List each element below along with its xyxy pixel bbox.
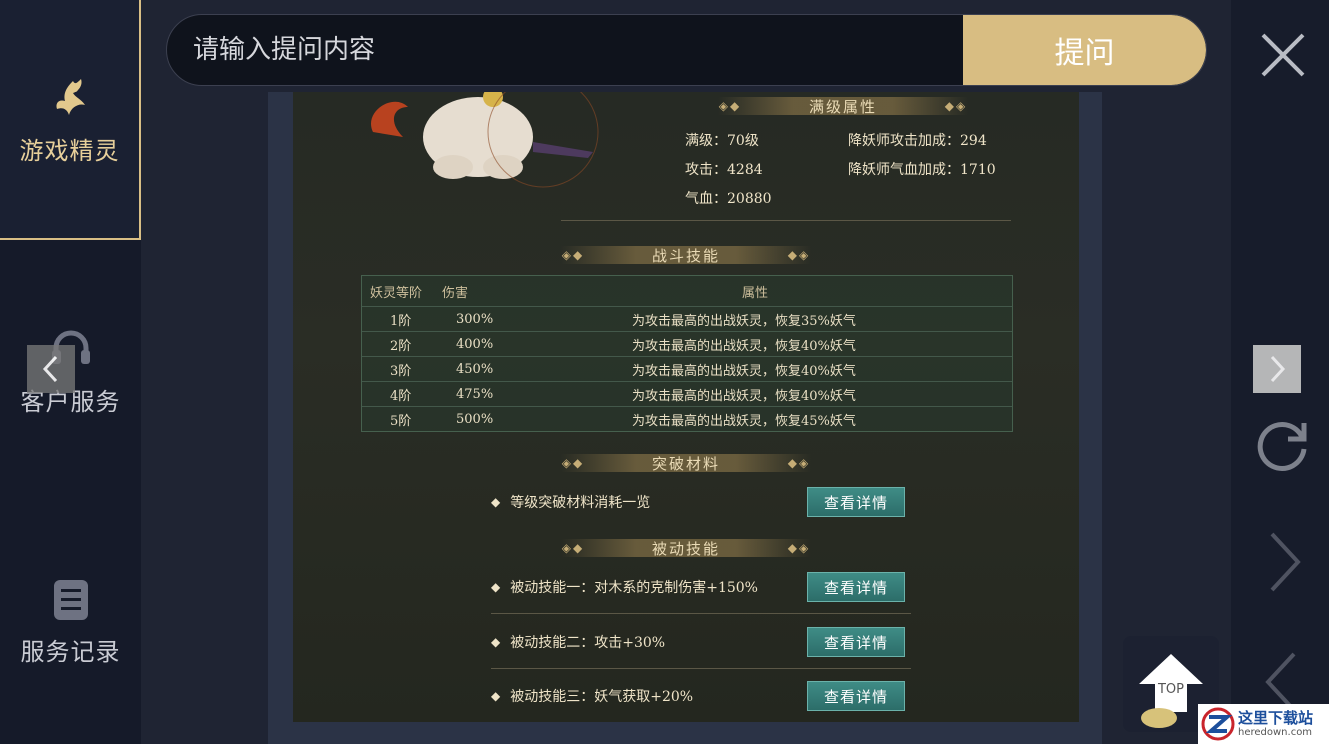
bullet-diamond-icon: ◆ (491, 689, 501, 703)
view-details-button[interactable]: 查看详情 (807, 572, 905, 602)
cell-level: 1阶 (390, 313, 412, 329)
top-label: TOP (1157, 682, 1184, 697)
forward-icon[interactable] (1264, 530, 1304, 594)
header-level: 妖灵等阶 (370, 285, 423, 301)
cell-damage: 300% (456, 311, 494, 327)
header-attr: 属性 (742, 285, 769, 301)
stat-master-attack-bonus: 降妖师攻击加成：294 (848, 133, 987, 149)
diamond-ornament-icon: ◈◆ (561, 248, 585, 262)
diamond-ornament-icon: ◆◈ (944, 99, 968, 113)
section-title-breakthrough: ◈◆ 突破材料 ◆◈ (561, 454, 811, 473)
table-row: 2阶 400% 为攻击最高的出战妖灵，恢复40%妖气 (362, 331, 1012, 356)
section-title-battle-skill: ◈◆ 战斗技能 ◆◈ (561, 246, 811, 265)
watermark-url: heredown.com (1238, 726, 1313, 738)
records-icon (53, 579, 88, 620)
cell-level: 5阶 (390, 413, 412, 429)
section-title-max-attr: ◈◆ 满级属性 ◆◈ (718, 97, 968, 116)
diamond-ornament-icon: ◆◈ (787, 541, 811, 555)
section-title-passive: ◈◆ 被动技能 ◆◈ (561, 539, 811, 558)
question-search-bar: 提问 (166, 14, 1207, 86)
sidebar-item-service-records[interactable]: 服务记录 (0, 500, 141, 740)
fairy-icon (55, 78, 85, 115)
bullet-diamond-icon: ◆ (491, 580, 501, 594)
cell-attr: 为攻击最高的出战妖灵，恢复40%妖气 (632, 338, 856, 354)
watermark-title: 这里下载站 (1238, 708, 1314, 727)
cell-level: 2阶 (390, 338, 412, 354)
question-input[interactable] (167, 15, 963, 85)
divider (491, 668, 911, 669)
chevron-right-icon (1270, 355, 1286, 383)
divider (561, 220, 1011, 221)
diamond-ornament-icon: ◆◈ (787, 248, 811, 262)
next-page-button[interactable] (1253, 345, 1301, 393)
sidebar-item-label: 服务记录 (20, 637, 121, 666)
cell-damage: 500% (456, 411, 494, 427)
close-icon[interactable] (1258, 30, 1308, 80)
bullet-diamond-icon: ◆ (491, 635, 501, 649)
heredown-logo-icon (1201, 707, 1235, 741)
cell-level: 3阶 (390, 363, 412, 379)
stat-master-hp-bonus: 降妖师气血加成：1710 (848, 162, 996, 178)
cell-level: 4阶 (390, 388, 412, 404)
cell-damage: 400% (456, 336, 494, 352)
bullet-diamond-icon: ◆ (491, 495, 501, 509)
view-details-button[interactable]: 查看详情 (807, 627, 905, 657)
sidebar-item-game-spirit[interactable]: 游戏精灵 (0, 0, 141, 240)
watermark: 这里下载站 heredown.com (1198, 704, 1329, 744)
divider (491, 613, 911, 614)
table-row: 5阶 500% 为攻击最高的出战妖灵，恢复45%妖气 (362, 406, 1012, 431)
ask-button[interactable]: 提问 (963, 15, 1206, 85)
stat-hp: 气血：20880 (685, 191, 772, 207)
diamond-ornament-icon: ◈◆ (718, 99, 742, 113)
table-row: 3阶 450% 为攻击最高的出战妖灵，恢复40%妖气 (362, 356, 1012, 381)
cell-damage: 450% (456, 361, 494, 377)
cell-attr: 为攻击最高的出战妖灵，恢复45%妖气 (632, 413, 856, 429)
refresh-icon[interactable] (1254, 415, 1312, 473)
cell-attr: 为攻击最高的出战妖灵，恢复35%妖气 (632, 313, 856, 329)
pet-illustration (371, 92, 599, 188)
sidebar-item-label: 游戏精灵 (19, 136, 120, 165)
cell-attr: 为攻击最高的出战妖灵，恢复40%妖气 (632, 363, 856, 379)
diamond-ornament-icon: ◈◆ (561, 541, 585, 555)
stat-max-level: 满级：70级 (685, 133, 759, 149)
table-row: 4阶 475% 为攻击最高的出战妖灵，恢复40%妖气 (362, 381, 1012, 406)
chevron-left-icon (42, 355, 58, 383)
table-header-row: 妖灵等阶 伤害 属性 (362, 276, 1012, 306)
pet-detail-panel: ◈◆ 满级属性 ◆◈ 满级：70级 降妖师攻击加成：294 攻击：4284 降妖… (293, 92, 1079, 722)
cell-attr: 为攻击最高的出战妖灵，恢复40%妖气 (632, 388, 856, 404)
view-details-button[interactable]: 查看详情 (807, 487, 905, 517)
diamond-ornament-icon: ◈◆ (561, 456, 585, 470)
battle-skill-table: 妖灵等阶 伤害 属性 1阶 300% 为攻击最高的出战妖灵，恢复35%妖气 2阶… (361, 275, 1013, 432)
cell-damage: 475% (456, 386, 494, 402)
view-details-button[interactable]: 查看详情 (807, 681, 905, 711)
prev-page-button[interactable] (27, 345, 75, 393)
stat-attack: 攻击：4284 (685, 162, 763, 178)
table-row: 1阶 300% 为攻击最高的出战妖灵，恢复35%妖气 (362, 306, 1012, 331)
header-damage: 伤害 (442, 285, 469, 301)
diamond-ornament-icon: ◆◈ (787, 456, 811, 470)
